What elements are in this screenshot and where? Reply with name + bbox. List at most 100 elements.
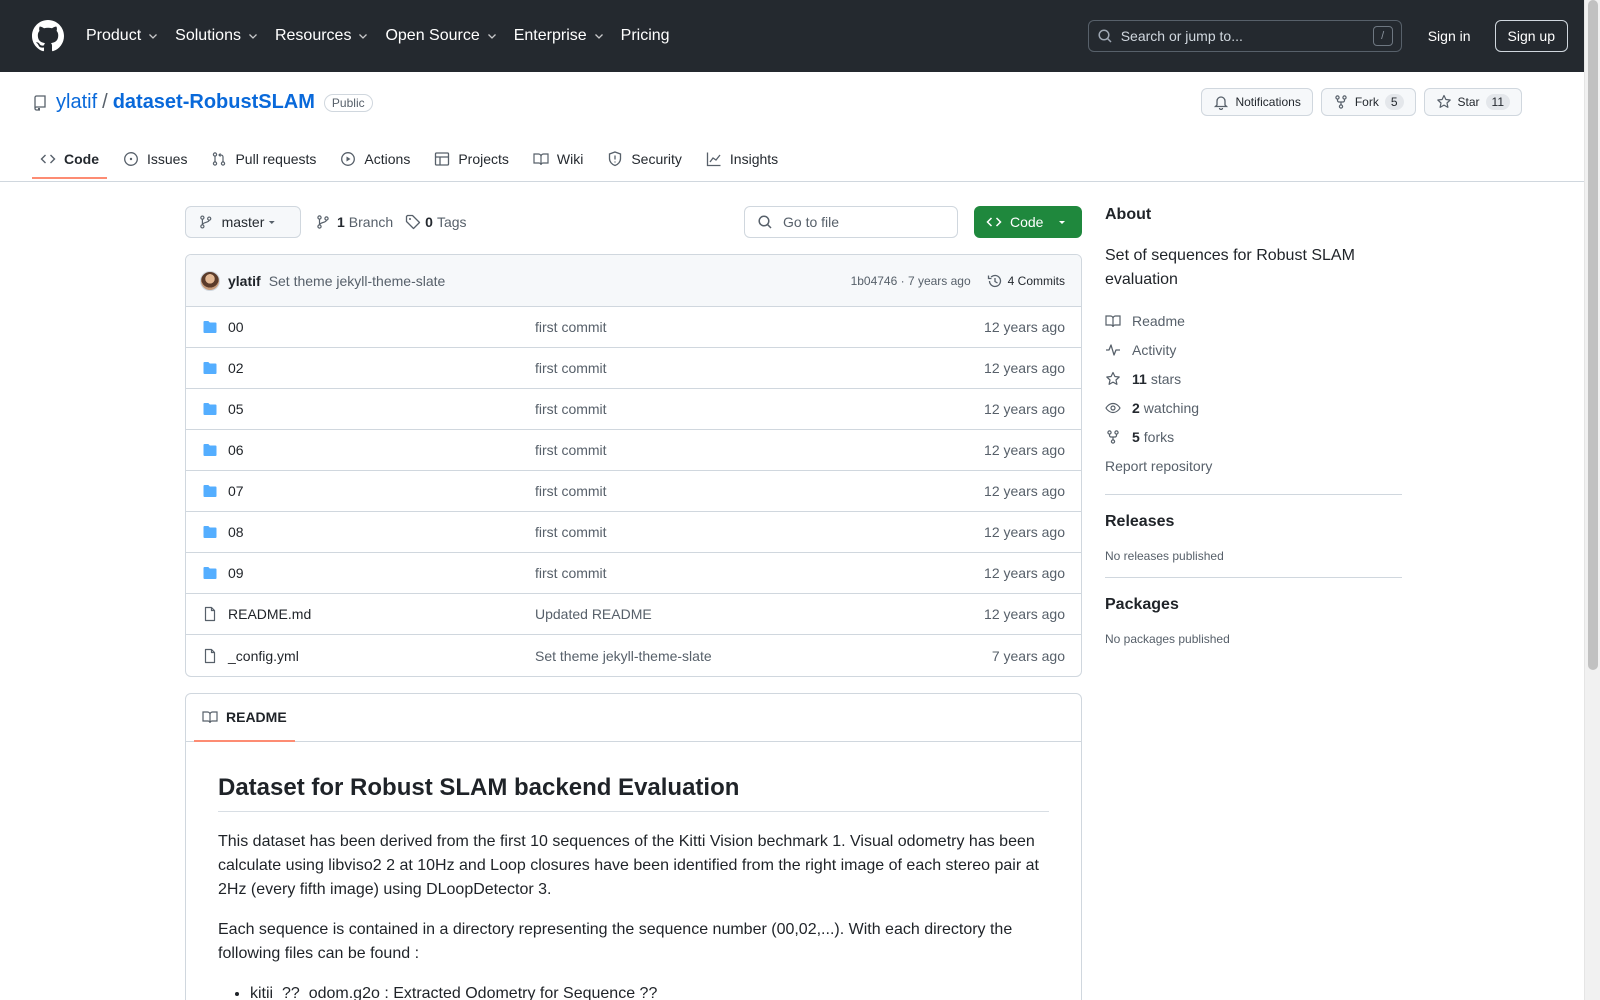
chevron-down-icon bbox=[149, 34, 158, 39]
fork-label: Fork bbox=[1354, 95, 1379, 109]
file-commit-message-link[interactable]: first commit bbox=[535, 442, 984, 458]
repo-owner-link[interactable]: ylatif bbox=[56, 91, 97, 114]
tab-wiki[interactable]: Wiki bbox=[525, 140, 591, 178]
bell-icon bbox=[1214, 96, 1229, 110]
branches-link[interactable]: 1 Branch bbox=[315, 214, 393, 230]
readme-panel: README Dataset for Robust SLAM backend E… bbox=[185, 693, 1082, 1000]
tab-actions[interactable]: Actions bbox=[332, 140, 418, 178]
nav-pricing[interactable]: Pricing bbox=[621, 27, 670, 45]
readme-paragraph-1: This dataset has been derived from the f… bbox=[218, 833, 1039, 898]
table-row[interactable]: 00 first commit 12 years ago bbox=[186, 307, 1081, 348]
activity-link[interactable]: Activity bbox=[1105, 335, 1402, 364]
issue-icon bbox=[124, 152, 138, 166]
nav-enterprise[interactable]: Enterprise bbox=[514, 27, 607, 45]
file-commit-message-link[interactable]: first commit bbox=[535, 483, 984, 499]
table-row[interactable]: 08 first commit 12 years ago bbox=[186, 512, 1081, 553]
file-name-link[interactable]: _config.yml bbox=[202, 648, 535, 664]
file-commit-date: 12 years ago bbox=[984, 524, 1065, 540]
about-heading: About bbox=[1105, 206, 1152, 223]
code-dropdown-button[interactable]: Code bbox=[974, 206, 1082, 238]
table-row[interactable]: 07 first commit 12 years ago bbox=[186, 471, 1081, 512]
tab-issues[interactable]: Issues bbox=[115, 140, 195, 178]
file-commit-date: 12 years ago bbox=[984, 565, 1065, 581]
tab-code[interactable]: Code bbox=[32, 140, 107, 179]
repo-name-link[interactable]: dataset-RobustSLAM bbox=[113, 91, 315, 114]
activity-link-label: Activity bbox=[1132, 341, 1177, 358]
nav-resources[interactable]: Resources bbox=[275, 27, 371, 45]
scrollbar-thumb[interactable] bbox=[1588, 0, 1598, 670]
file-commit-message-link[interactable]: Updated README bbox=[535, 606, 984, 622]
table-row[interactable]: README.md Updated README 12 years ago bbox=[186, 594, 1081, 635]
file-commit-message-link[interactable]: first commit bbox=[535, 360, 984, 376]
file-commit-date: 12 years ago bbox=[984, 442, 1065, 458]
nav-solutions[interactable]: Solutions bbox=[175, 27, 261, 45]
readme-link[interactable]: Readme bbox=[1105, 306, 1402, 335]
forks-label: forks bbox=[1143, 428, 1175, 445]
play-circle-icon bbox=[341, 152, 356, 166]
file-name-link[interactable]: 08 bbox=[202, 524, 535, 540]
tab-projects[interactable]: Projects bbox=[426, 140, 517, 178]
tab-insights[interactable]: Insights bbox=[698, 140, 786, 178]
nav-pricing-label: Pricing bbox=[620, 27, 670, 44]
file-commit-date: 12 years ago bbox=[984, 319, 1065, 335]
file-name-link[interactable]: 07 bbox=[202, 483, 535, 499]
nav-enterprise-label: Enterprise bbox=[513, 27, 587, 44]
table-row[interactable]: 02 first commit 12 years ago bbox=[186, 348, 1081, 389]
file-commit-message-link[interactable]: Set theme jekyll-theme-slate bbox=[535, 648, 992, 664]
header-right: Search or jump to... / Sign in Sign up bbox=[1087, 20, 1568, 52]
report-repository-link[interactable]: Report repository bbox=[1105, 451, 1402, 480]
table-row[interactable]: 05 first commit 12 years ago bbox=[186, 389, 1081, 430]
file-name-link[interactable]: 06 bbox=[202, 442, 535, 458]
nav-product[interactable]: Product bbox=[86, 27, 161, 45]
readme-tab[interactable]: README bbox=[194, 694, 295, 742]
main-nav: Product Solutions Resources Open Source … bbox=[86, 27, 684, 45]
file-name-link[interactable]: 05 bbox=[202, 401, 535, 417]
file-name-link[interactable]: 02 bbox=[202, 360, 535, 376]
watching-label: watching bbox=[1143, 399, 1200, 416]
go-to-file-input[interactable]: Go to file bbox=[744, 206, 958, 238]
file-commit-message-link[interactable]: first commit bbox=[535, 565, 984, 581]
releases-heading[interactable]: Releases bbox=[1105, 513, 1402, 531]
tags-link[interactable]: 0 Tags bbox=[405, 214, 467, 230]
file-name-link[interactable]: README.md bbox=[202, 606, 535, 622]
branch-select-button[interactable]: master bbox=[185, 206, 301, 238]
file-name-link[interactable]: 09 bbox=[202, 565, 535, 581]
watching-link[interactable]: 2 watching bbox=[1105, 393, 1402, 422]
file-name-link[interactable]: 00 bbox=[202, 319, 535, 335]
table-row[interactable]: _config.yml Set theme jekyll-theme-slate 7… bbox=[186, 635, 1081, 676]
packages-empty-text: No packages published bbox=[1105, 632, 1230, 646]
commit-author-link[interactable]: ylatif bbox=[228, 273, 261, 289]
packages-heading[interactable]: Packages bbox=[1105, 596, 1402, 614]
fork-button[interactable]: Fork 5 bbox=[1320, 88, 1416, 116]
file-name-text: 09 bbox=[228, 565, 244, 581]
sign-in-link[interactable]: Sign in bbox=[1428, 28, 1471, 44]
sign-up-button[interactable]: Sign up bbox=[1494, 20, 1568, 52]
file-commit-message-link[interactable]: first commit bbox=[535, 401, 984, 417]
table-row[interactable]: 06 first commit 12 years ago bbox=[186, 430, 1081, 471]
notifications-button[interactable]: Notifications bbox=[1201, 88, 1313, 116]
star-button[interactable]: Star 11 bbox=[1423, 88, 1522, 116]
tab-pull-requests[interactable]: Pull requests bbox=[203, 140, 324, 178]
tab-security[interactable]: Security bbox=[599, 140, 690, 178]
github-logo-icon[interactable] bbox=[32, 20, 64, 52]
file-commit-message-link[interactable]: first commit bbox=[535, 319, 984, 335]
search-icon bbox=[1098, 29, 1112, 43]
stars-count: 11 bbox=[1132, 370, 1147, 387]
tab-pull-requests-label: Pull requests bbox=[235, 151, 317, 167]
forks-count: 5 bbox=[1132, 428, 1140, 445]
commits-history-link[interactable]: 4 Commits bbox=[987, 273, 1065, 289]
page-scrollbar[interactable] bbox=[1584, 0, 1600, 1000]
fork-icon bbox=[1335, 95, 1347, 109]
nav-open-source[interactable]: Open Source bbox=[385, 27, 499, 45]
visibility-badge: Public bbox=[323, 93, 373, 112]
global-search-input[interactable]: Search or jump to... / bbox=[1087, 20, 1402, 52]
readme-body: Dataset for Robust SLAM backend Evaluati… bbox=[186, 742, 1081, 1000]
forks-link[interactable]: 5 forks bbox=[1105, 422, 1402, 451]
avatar[interactable] bbox=[200, 270, 220, 291]
book-icon bbox=[1105, 314, 1121, 327]
table-row[interactable]: 09 first commit 12 years ago bbox=[186, 553, 1081, 594]
commit-hash-time[interactable]: 1b04746 · 7 years ago bbox=[851, 274, 971, 288]
commit-message-link[interactable]: Set theme jekyll-theme-slate bbox=[269, 273, 446, 289]
stars-link[interactable]: 11 stars bbox=[1105, 364, 1402, 393]
file-commit-message-link[interactable]: first commit bbox=[535, 524, 984, 540]
